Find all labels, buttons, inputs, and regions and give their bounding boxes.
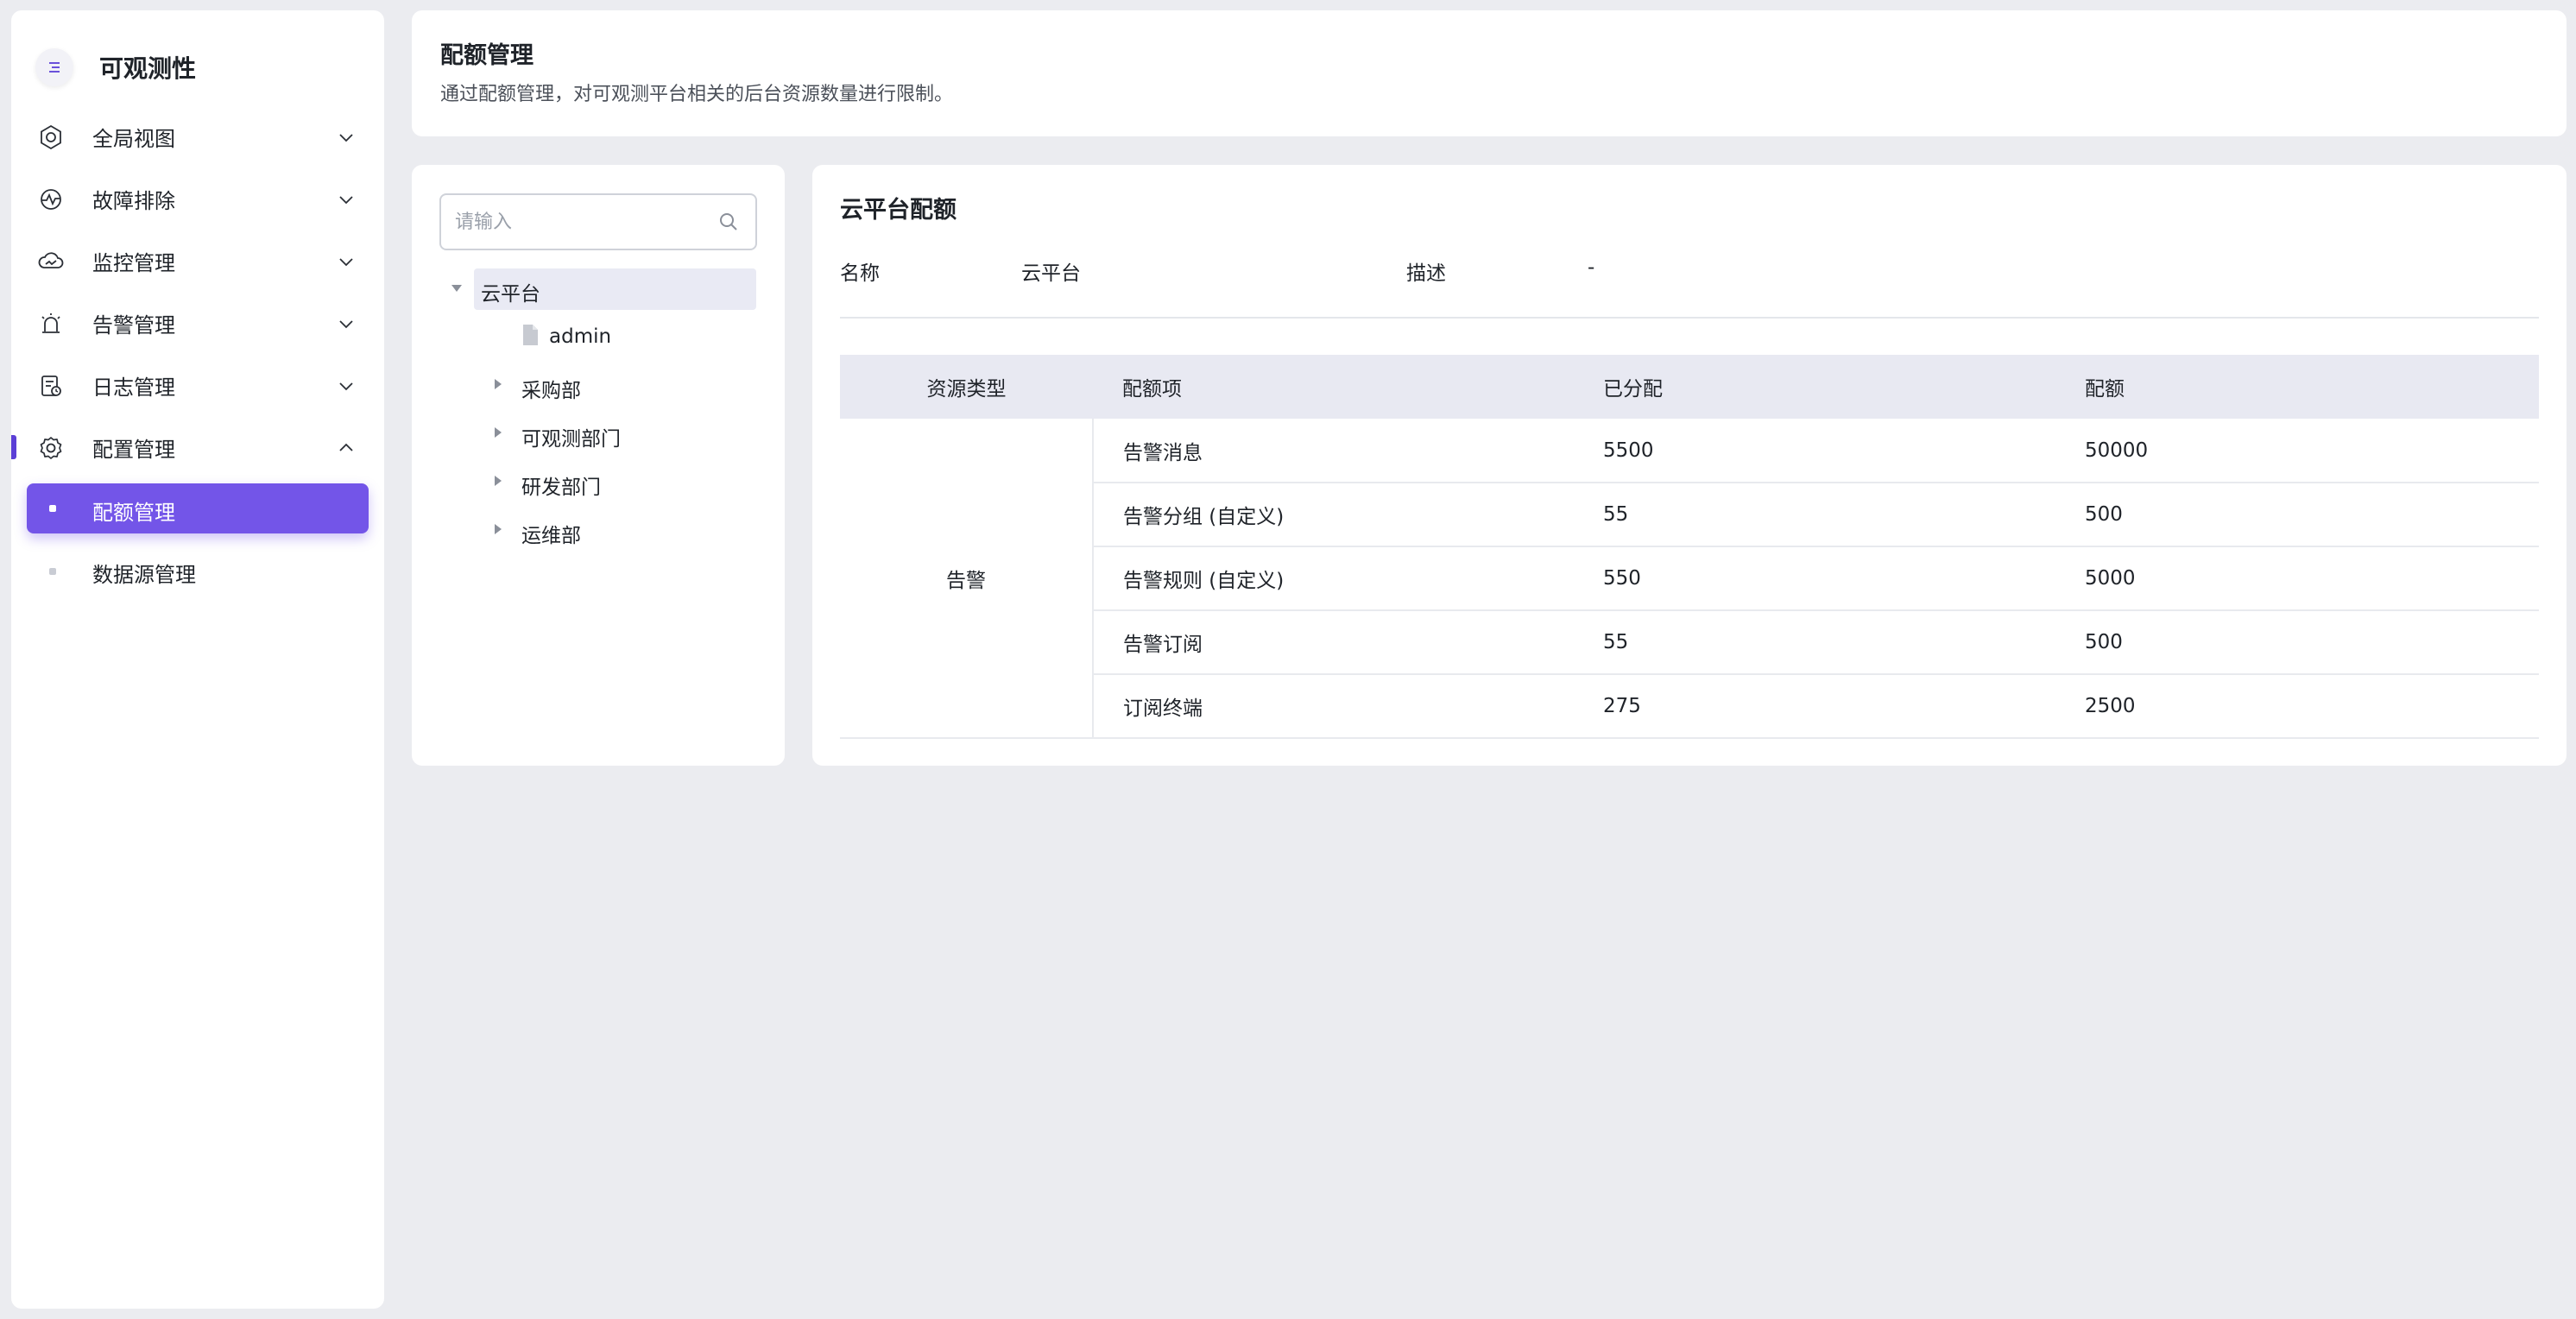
tree-node-purchasing[interactable]: 采购部 bbox=[412, 363, 785, 412]
caret-down-icon[interactable] bbox=[450, 281, 464, 295]
active-indicator bbox=[11, 435, 16, 459]
chevron-down-icon bbox=[339, 382, 353, 391]
page-title: 配额管理 bbox=[440, 42, 534, 69]
sidebar-item-monitor[interactable]: 监控管理 bbox=[11, 230, 384, 292]
chevron-down-icon bbox=[339, 134, 353, 142]
sidebar-item-label: 配置管理 bbox=[92, 437, 175, 462]
caret-right-icon[interactable] bbox=[491, 426, 505, 439]
global-view-icon bbox=[41, 124, 61, 150]
quota-item-cell: 告警消息 bbox=[1093, 419, 1574, 483]
quota-item-cell: 告警规则 (自定义) bbox=[1093, 546, 1574, 611]
sidebar-item-settings[interactable]: 配置管理 bbox=[11, 416, 384, 478]
description-value: - bbox=[1588, 256, 1595, 279]
sidebar-item-label: 故障排除 bbox=[92, 188, 175, 213]
sidebar-subitem-quota-management[interactable]: 配额管理 bbox=[11, 478, 384, 540]
quota-cell: 50000 bbox=[2055, 419, 2539, 483]
chevron-down-icon bbox=[339, 320, 353, 329]
quota-cell: 500 bbox=[2055, 610, 2539, 675]
name-value: 云平台 bbox=[1021, 262, 1081, 285]
sidebar-item-alarm[interactable]: 告警管理 bbox=[11, 292, 384, 354]
troubleshoot-icon bbox=[41, 189, 61, 210]
sidebar-item-global-view[interactable]: 全局视图 bbox=[11, 105, 384, 167]
table-row: 告警 告警消息 5500 50000 bbox=[840, 419, 2539, 739]
search-input[interactable] bbox=[455, 195, 714, 249]
search-icon[interactable] bbox=[717, 211, 740, 233]
allocated-cell: 275 bbox=[1574, 674, 2055, 739]
column-header: 配额项 bbox=[1093, 355, 1574, 419]
tree-node-observability-dept[interactable]: 可观测部门 bbox=[412, 412, 785, 460]
quota-cell: 5000 bbox=[2055, 546, 2539, 611]
alarm-icon bbox=[41, 313, 60, 333]
settings-icon bbox=[40, 437, 62, 459]
quota-detail-panel: 云平台配额 名称 云平台 描述 - 资源类型 配额项 已分配 配额 告警 告警消… bbox=[812, 165, 2567, 766]
description-label: 描述 bbox=[1406, 262, 1446, 285]
sidebar-item-label: 告警管理 bbox=[92, 312, 175, 338]
tree-node-ops-dept[interactable]: 运维部 bbox=[412, 508, 785, 557]
caret-right-icon[interactable] bbox=[491, 522, 505, 536]
detail-title: 云平台配额 bbox=[840, 197, 957, 224]
active-pill bbox=[27, 483, 369, 533]
quota-cell: 500 bbox=[2055, 483, 2539, 547]
sidebar-item-log[interactable]: 日志管理 bbox=[11, 354, 384, 416]
column-header: 配额 bbox=[2055, 355, 2539, 419]
page-description: 通过配额管理，对可观测平台相关的后台资源数量进行限制。 bbox=[440, 84, 954, 105]
quota-cell: 2500 bbox=[2055, 674, 2539, 739]
table-row: 告警分组 (自定义) 55 500 bbox=[840, 483, 2539, 547]
tree-node-root[interactable]: 云平台 bbox=[412, 267, 785, 315]
sidebar-item-label: 日志管理 bbox=[92, 375, 175, 400]
org-tree: 云平台 admin 采购部 可观测部门 研发部门 运维部 bbox=[412, 267, 785, 557]
quota-table: 资源类型 配额项 已分配 配额 告警 告警消息 5500 50000 告警分组 … bbox=[840, 355, 2539, 739]
chevron-down-icon bbox=[339, 258, 353, 267]
bullet-icon bbox=[49, 505, 56, 512]
sidebar-subitem-label: 数据源管理 bbox=[92, 563, 196, 587]
log-icon bbox=[41, 376, 61, 396]
divider bbox=[840, 317, 2539, 319]
table-row: 告警订阅 55 500 bbox=[840, 610, 2539, 675]
table-row: 告警规则 (自定义) 550 5000 bbox=[840, 546, 2539, 611]
tree-node-label: 研发部门 bbox=[521, 476, 601, 499]
tree-node-rnd-dept[interactable]: 研发部门 bbox=[412, 460, 785, 508]
tree-node-label: 可观测部门 bbox=[521, 428, 621, 451]
app-title: 可观测性 bbox=[99, 54, 197, 83]
brand: 可观测性 bbox=[35, 36, 196, 98]
tree-node-label: 运维部 bbox=[521, 525, 581, 547]
sidebar-item-label: 监控管理 bbox=[92, 250, 175, 275]
search-field[interactable] bbox=[439, 193, 757, 250]
allocated-cell: 55 bbox=[1574, 610, 2055, 675]
sidebar: 可观测性 全局视图 故障排除 监控管理 告警管理 日志管理 配置管理 配额管理 … bbox=[11, 10, 384, 1309]
tree-node-label: 采购部 bbox=[521, 380, 581, 402]
sidebar-item-troubleshoot[interactable]: 故障排除 bbox=[11, 167, 384, 230]
sidebar-nav: 全局视图 故障排除 监控管理 告警管理 日志管理 配置管理 配额管理 数据源管理 bbox=[11, 105, 384, 603]
resource-type-cell: 告警 bbox=[840, 419, 1094, 739]
tree-node-admin[interactable]: admin bbox=[412, 315, 785, 363]
sidebar-item-label: 全局视图 bbox=[92, 126, 175, 151]
chevron-down-icon bbox=[339, 196, 353, 205]
allocated-cell: 550 bbox=[1574, 546, 2055, 611]
file-icon bbox=[523, 325, 538, 345]
menu-toggle-icon[interactable] bbox=[35, 48, 73, 86]
table-row: 订阅终端 275 2500 bbox=[840, 674, 2539, 739]
tree-node-label: admin bbox=[549, 325, 612, 348]
bullet-icon bbox=[49, 568, 56, 575]
table-header-row: 资源类型 配额项 已分配 配额 bbox=[840, 355, 2539, 419]
caret-right-icon[interactable] bbox=[491, 377, 505, 391]
caret-right-icon[interactable] bbox=[491, 474, 505, 488]
quota-item-cell: 告警订阅 bbox=[1093, 610, 1574, 675]
quota-item-cell: 告警分组 (自定义) bbox=[1093, 483, 1574, 547]
column-header: 资源类型 bbox=[840, 355, 1093, 419]
sidebar-subitem-label: 配额管理 bbox=[92, 501, 175, 525]
monitor-icon bbox=[38, 252, 64, 268]
name-label: 名称 bbox=[840, 262, 880, 285]
page-header: 配额管理 通过配额管理，对可观测平台相关的后台资源数量进行限制。 bbox=[412, 10, 2567, 136]
tree-node-label: 云平台 bbox=[481, 283, 540, 306]
allocated-cell: 5500 bbox=[1574, 419, 2055, 483]
chevron-up-icon bbox=[339, 443, 353, 451]
org-tree-panel: 云平台 admin 采购部 可观测部门 研发部门 运维部 bbox=[412, 165, 785, 766]
allocated-cell: 55 bbox=[1574, 483, 2055, 547]
sidebar-subitem-datasource-management[interactable]: 数据源管理 bbox=[11, 540, 384, 603]
column-header: 已分配 bbox=[1574, 355, 2055, 419]
quota-item-cell: 订阅终端 bbox=[1093, 674, 1574, 739]
